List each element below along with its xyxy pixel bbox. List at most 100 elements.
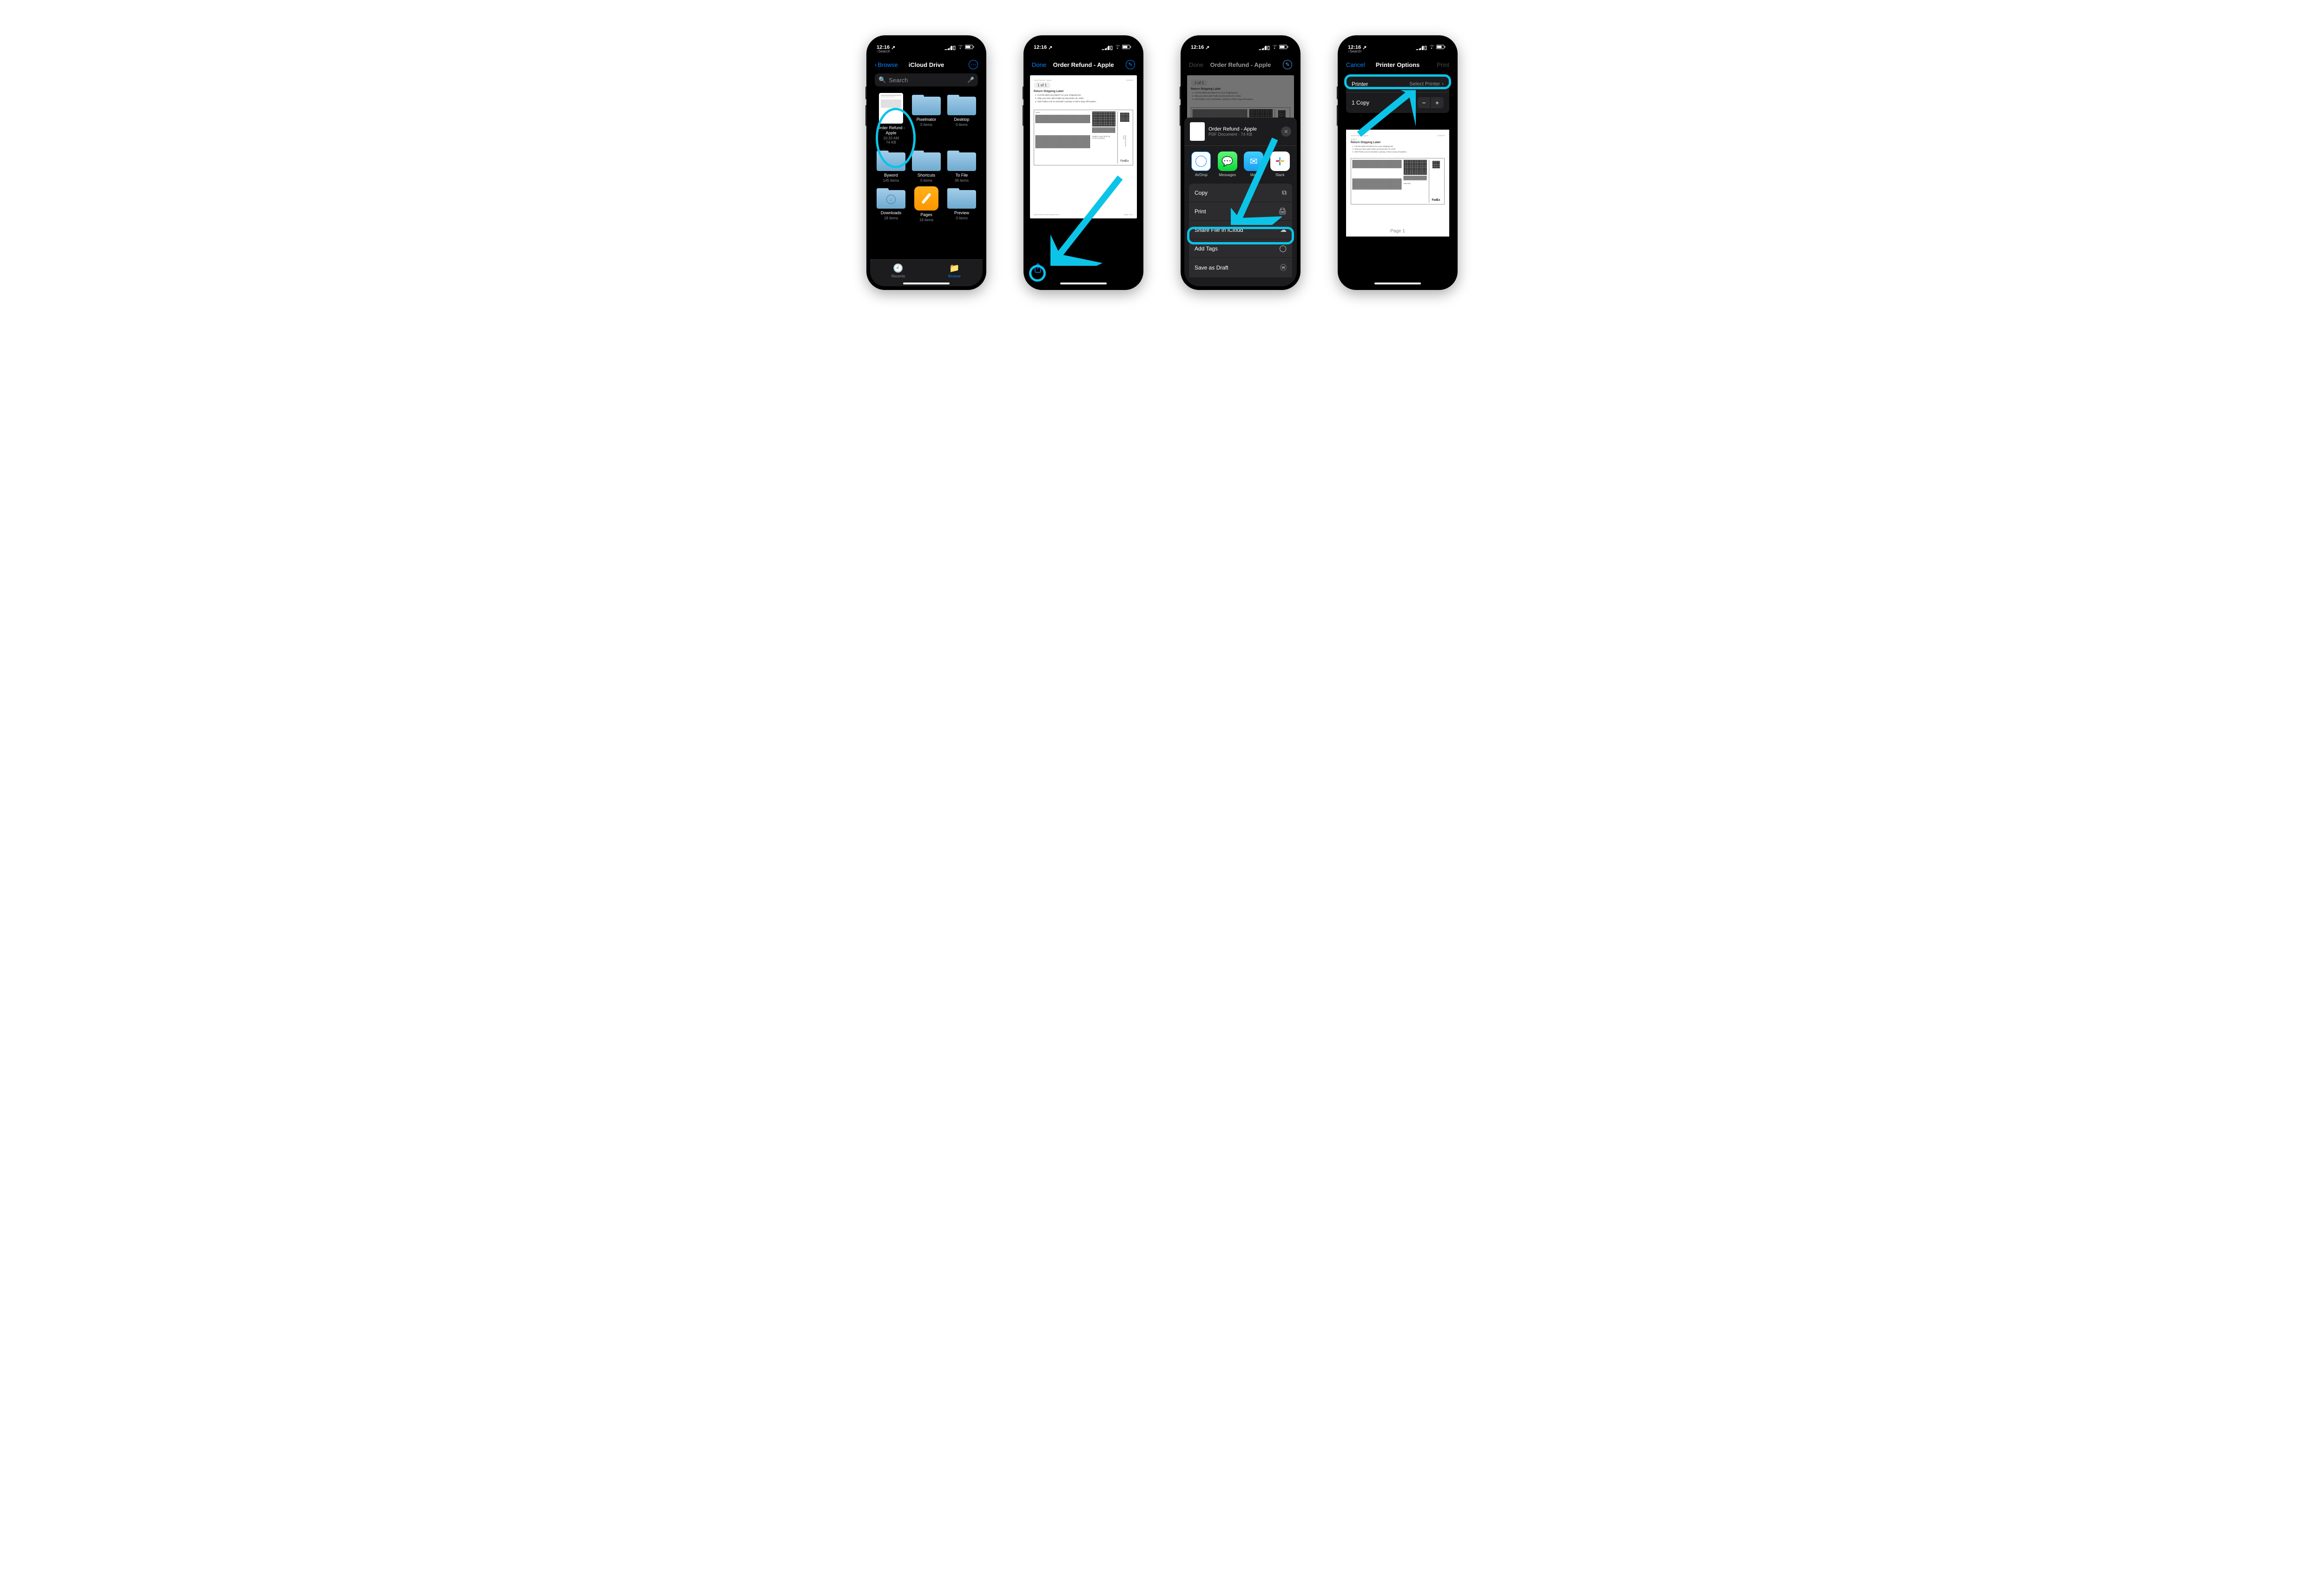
search-icon: 🔍: [878, 76, 886, 84]
back-button[interactable]: ‹ Browse: [875, 61, 898, 68]
copy-icon: ⧉: [1282, 189, 1287, 197]
copies-label: 1 Copy: [1352, 99, 1369, 106]
back-to-search[interactable]: ‹ Search: [1348, 49, 1361, 53]
location-icon: ↗: [1362, 45, 1367, 51]
doc-thumbnail: [879, 93, 903, 124]
folder-downloads[interactable]: Downloads18 items: [875, 186, 907, 222]
wordpress-icon: ⓦ: [1280, 263, 1287, 272]
search-input[interactable]: 🔍 Search 🎤: [875, 73, 978, 86]
tag-icon: ◯: [1279, 244, 1287, 252]
nav-bar: Cancel Printer Options Print: [1341, 56, 1454, 73]
markup-button[interactable]: ✎: [1126, 60, 1135, 69]
doc-instructions: Cut this label and attach it to your shi…: [1037, 94, 1133, 103]
pages-icon: [914, 186, 938, 211]
folder-icon: 📁: [949, 263, 959, 273]
page-label: Page 1: [1346, 229, 1449, 234]
done-button[interactable]: Done: [1032, 61, 1046, 68]
chevron-right-icon: ›: [1442, 81, 1444, 87]
sheet-thumbnail: [1190, 122, 1205, 141]
location-icon: ↗: [1048, 45, 1052, 51]
row-copies: 1 Copy −+: [1346, 92, 1449, 113]
folder-desktop[interactable]: Desktop0 items: [945, 93, 978, 145]
action-print[interactable]: Print🖨: [1189, 202, 1292, 221]
nav-bar: ‹ Browse iCloud Drive ⋯: [870, 56, 983, 73]
doc-heading: Return Shipping Label: [1034, 90, 1133, 93]
nav-bar: Done Order Refund - Apple ✎: [1027, 56, 1140, 73]
action-copy[interactable]: Copy⧉: [1189, 184, 1292, 202]
phone-files-browser: 12:16↗ ▮▮▮▯ ‹ Search ‹ Browse iCloud Dri…: [866, 35, 986, 290]
action-list: Copy⧉ Print🖨 Share File in iCloud☁ Add T…: [1184, 181, 1297, 278]
folder-pixelmator[interactable]: Pixelmator0 items: [910, 93, 943, 145]
print-preview[interactable]: Order Refund - Apple11/25/20 1 of 1 Retu…: [1346, 130, 1449, 237]
mic-icon: 🎤: [967, 77, 974, 83]
share-mail[interactable]: ✉Mail: [1243, 151, 1264, 177]
print-icon: 🖨: [1278, 207, 1287, 215]
share-sheet: Order Refund - Apple PDF Document · 74 K…: [1184, 118, 1297, 286]
folder-preview[interactable]: Preview3 items: [945, 186, 978, 222]
location-icon: ↗: [891, 45, 895, 51]
battery-icon: [1279, 45, 1288, 51]
notch: [1215, 39, 1266, 49]
battery-icon: [1122, 45, 1131, 51]
file-grid: Order Refund - Apple 10:33 AM 74 KB Pixe…: [870, 90, 983, 225]
cancel-button[interactable]: Cancel: [1346, 61, 1365, 68]
page-title: Order Refund - Apple: [1053, 61, 1114, 68]
copies-stepper[interactable]: −+: [1418, 97, 1444, 108]
printer-value: Select Printer: [1409, 81, 1440, 87]
share-slack[interactable]: Slack: [1270, 151, 1291, 177]
notch: [1372, 39, 1423, 49]
file-order-refund[interactable]: Order Refund - Apple 10:33 AM 74 KB: [875, 93, 907, 145]
status-time: 12:16: [1034, 45, 1047, 50]
mail-icon: ✉: [1244, 151, 1263, 171]
print-button[interactable]: Print: [1437, 61, 1449, 68]
phone-doc-viewer: 12:16↗ ▮▮▮▯ Done Order Refund - Apple ✎ …: [1023, 35, 1143, 290]
slack-icon: [1270, 151, 1290, 171]
stepper-plus[interactable]: +: [1431, 97, 1444, 108]
close-button[interactable]: ✕: [1281, 126, 1291, 137]
home-indicator[interactable]: [1374, 283, 1421, 284]
app-pages[interactable]: Pages19 items: [910, 186, 943, 222]
action-share-icloud[interactable]: Share File in iCloud☁: [1189, 221, 1292, 239]
share-messages[interactable]: 💬Messages: [1217, 151, 1238, 177]
action-add-tags[interactable]: Add Tags◯: [1189, 239, 1292, 258]
wifi-icon: [1271, 45, 1278, 51]
share-button[interactable]: [1034, 263, 1042, 276]
search-placeholder: Search: [889, 77, 964, 84]
shipping-label: FROM: DANIELL WALTROP DR27703 7744 6512 …: [1034, 110, 1133, 165]
wifi-icon: [957, 45, 964, 51]
battery-icon: [1436, 45, 1446, 51]
battery-icon: [965, 45, 974, 51]
notch: [901, 39, 952, 49]
status-time: 12:16: [1191, 45, 1204, 50]
action-save-draft[interactable]: Save as Draftⓦ: [1189, 258, 1292, 278]
sheet-subtitle: PDF Document · 74 KB: [1208, 132, 1277, 137]
folder-shortcuts[interactable]: Shortcuts0 items: [910, 149, 943, 183]
location-icon: ↗: [1205, 45, 1209, 51]
messages-icon: 💬: [1218, 151, 1237, 171]
markup-button[interactable]: ✎: [1283, 60, 1292, 69]
phone-printer-options: 12:16↗ ▮▮▮▯ ‹ Search Cancel Printer Opti…: [1338, 35, 1458, 290]
wifi-icon: [1114, 45, 1121, 51]
page-title: iCloud Drive: [909, 61, 944, 68]
row-printer[interactable]: Printer Select Printer›: [1346, 76, 1449, 92]
clock-icon: 🕘: [893, 263, 903, 273]
page-title: Order Refund - Apple: [1210, 61, 1271, 68]
folder-byword[interactable]: Byword145 items: [875, 149, 907, 183]
phone-share-sheet: 12:16↗ ▮▮▮▯ Done Order Refund - Apple ✎ …: [1181, 35, 1301, 290]
more-button[interactable]: ⋯: [969, 60, 978, 69]
stepper-minus[interactable]: −: [1418, 97, 1431, 108]
page-title: Printer Options: [1376, 61, 1420, 68]
share-apps-row: AirDrop 💬Messages ✉Mail Slack: [1184, 146, 1297, 181]
folder-to-file[interactable]: To File36 items: [945, 149, 978, 183]
back-to-search[interactable]: ‹ Search: [877, 49, 890, 53]
share-airdrop[interactable]: AirDrop: [1191, 151, 1212, 177]
wifi-icon: [1428, 45, 1435, 51]
document-page[interactable]: Order Refund - Apple11/25/20 1 of 1 Retu…: [1030, 75, 1137, 218]
done-button[interactable]: Done: [1189, 61, 1203, 68]
airdrop-icon: [1191, 151, 1211, 171]
home-indicator[interactable]: [1060, 283, 1107, 284]
printer-label: Printer: [1352, 81, 1368, 87]
nav-bar: Done Order Refund - Apple ✎: [1184, 56, 1297, 73]
sheet-title: Order Refund - Apple: [1208, 126, 1277, 132]
home-indicator[interactable]: [903, 283, 950, 284]
